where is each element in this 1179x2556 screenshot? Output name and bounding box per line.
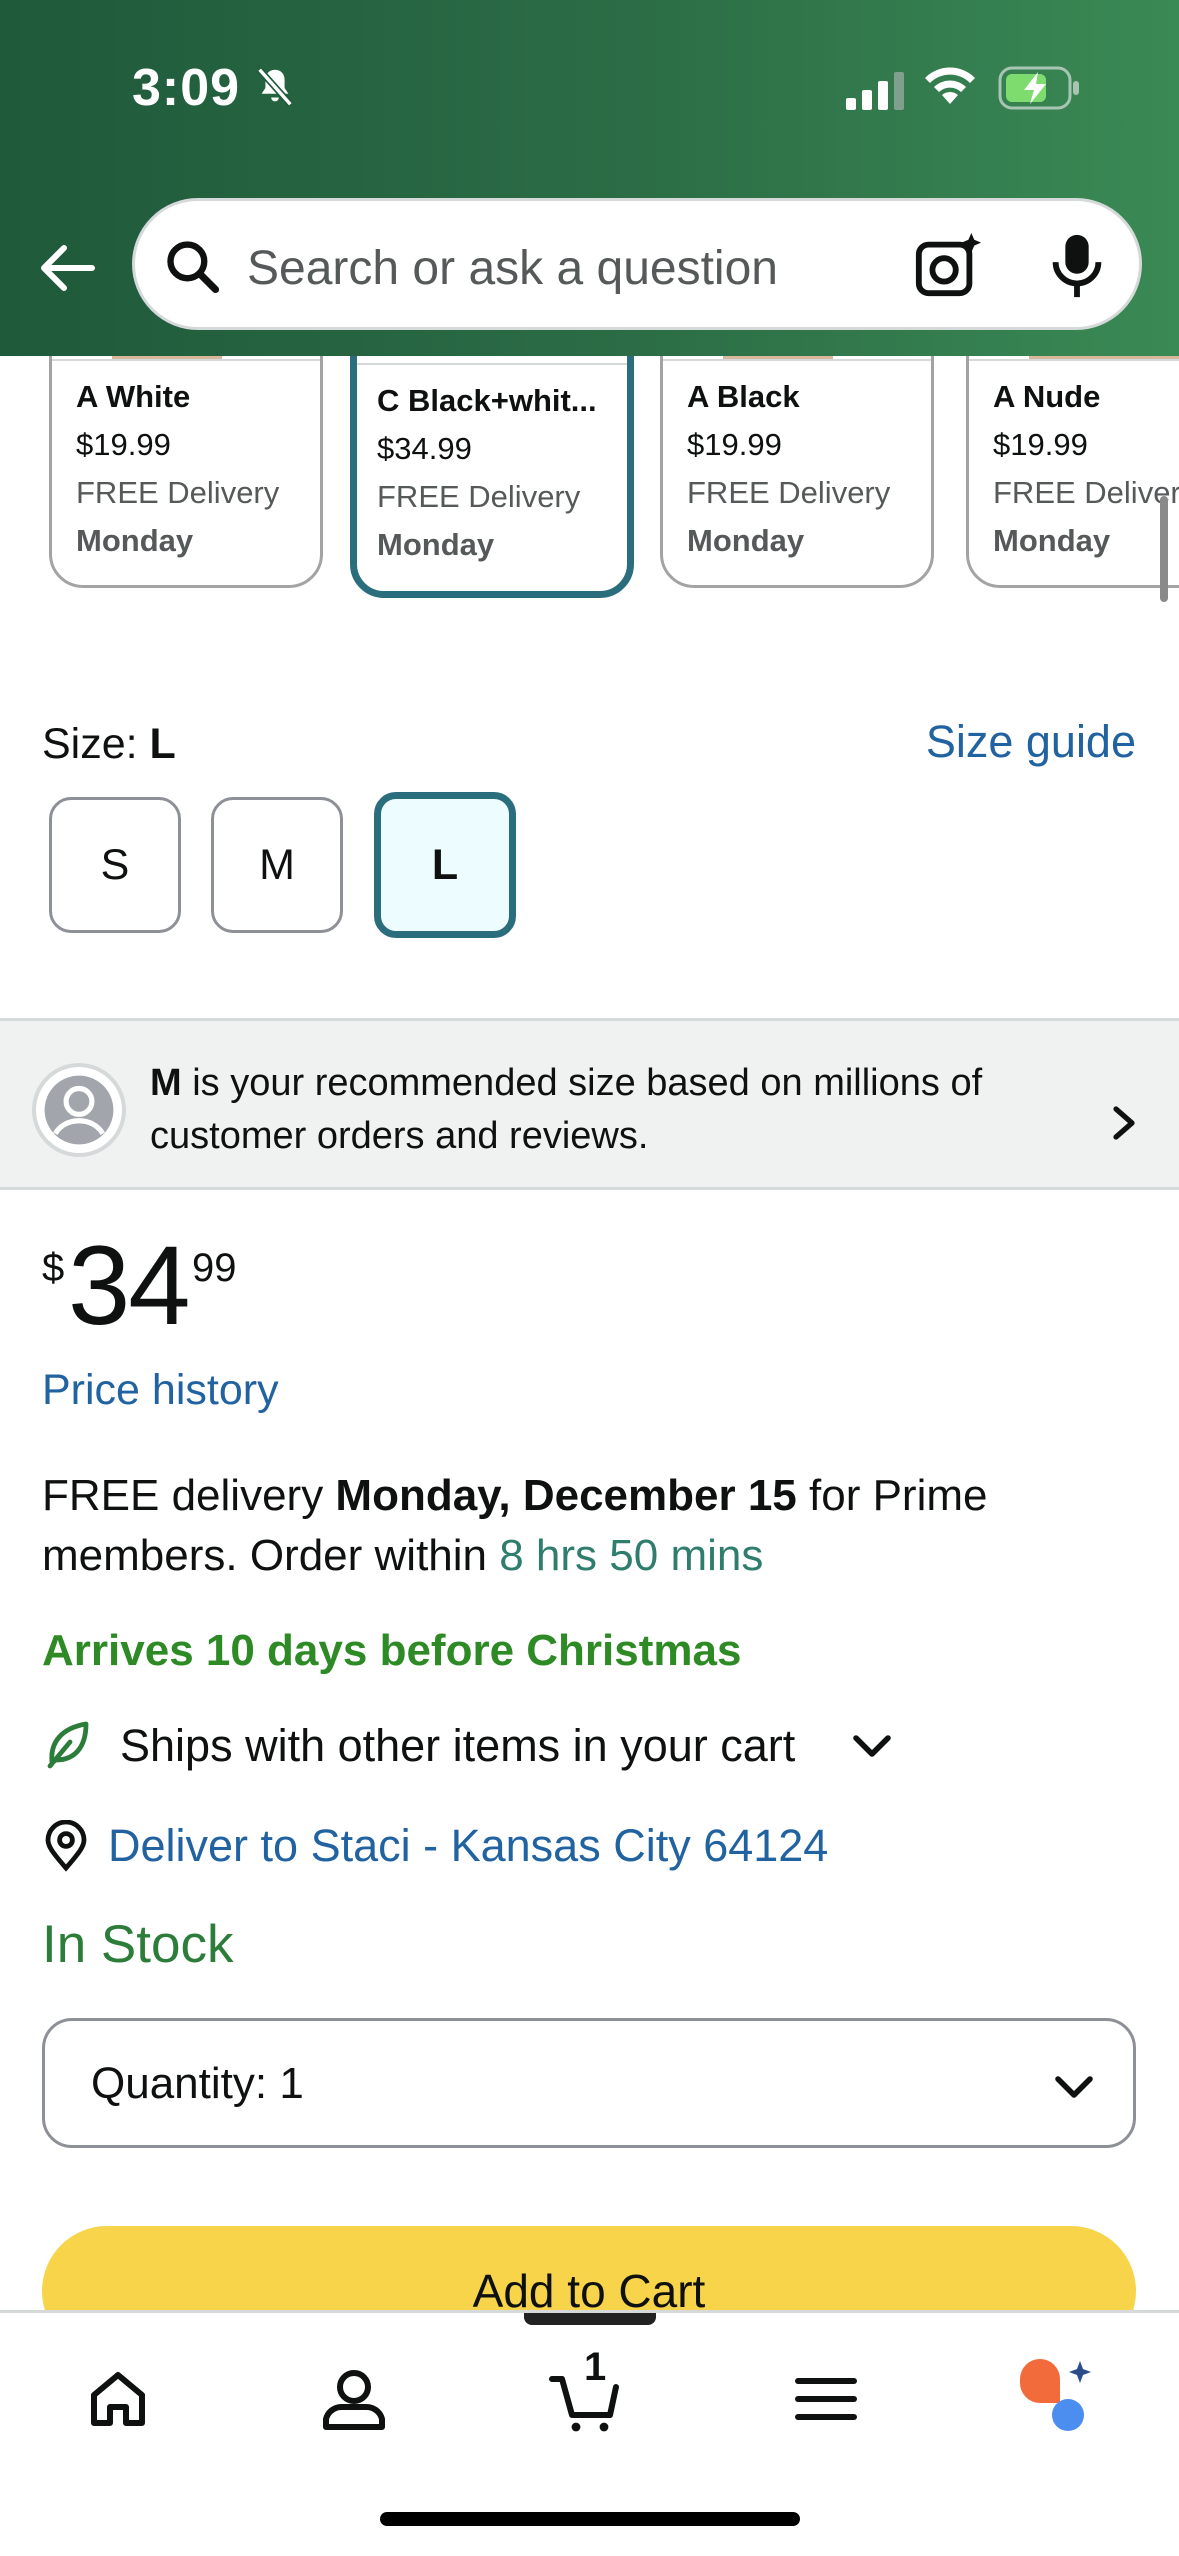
rufus-assistant-icon[interactable] <box>1016 2359 1096 2439</box>
camera-lens-icon[interactable] <box>913 231 983 301</box>
size-option-m[interactable]: M <box>211 797 343 933</box>
variant-thumbnail <box>969 356 1179 361</box>
quantity-label-text: Quantity: <box>91 2059 268 2108</box>
selected-size: L <box>149 720 176 768</box>
variant-delivery: FREE Delivery <box>993 475 1179 510</box>
variant-name: A Black <box>687 379 800 414</box>
variant-price: $19.99 <box>76 427 171 462</box>
variant-name: C Black+whit... <box>377 383 597 418</box>
cart-count: 1 <box>584 2345 607 2389</box>
variant-name: A Nude <box>993 379 1101 414</box>
variant-thumbnail <box>663 356 931 361</box>
variant-delivery: FREE Delivery <box>377 479 581 514</box>
variant-delivery-day: Monday <box>377 527 495 562</box>
color-variant-carousel[interactable]: A White $19.99 FREE Delivery Monday C Bl… <box>0 356 1179 626</box>
leaf-icon <box>47 1721 89 1769</box>
app-header: 3:09 Search or ask a question <box>0 0 1179 356</box>
delivery-info: FREE delivery Monday, December 15 for Pr… <box>42 1466 1142 1586</box>
variant-price: $34.99 <box>377 431 472 466</box>
home-icon[interactable] <box>78 2359 158 2439</box>
variant-card-a-white[interactable]: A White $19.99 FREE Delivery Monday <box>49 356 323 588</box>
price-currency: $ <box>42 1246 65 1290</box>
variant-card-a-nude[interactable]: A Nude $19.99 FREE Delivery Monday <box>966 356 1179 588</box>
nav-handle <box>524 2313 656 2325</box>
variant-delivery-day: Monday <box>993 523 1111 558</box>
variant-thumbnail <box>357 356 627 365</box>
variant-delivery: FREE Delivery <box>76 475 280 510</box>
scroll-indicator <box>1160 496 1168 602</box>
variant-price: $19.99 <box>993 427 1088 462</box>
cellular-signal-icon <box>846 72 904 110</box>
location-pin-icon <box>45 1820 87 1872</box>
home-indicator <box>380 2512 800 2526</box>
search-icon <box>167 241 220 294</box>
chevron-right-icon <box>1113 1106 1135 1140</box>
price-history-link[interactable]: Price history <box>42 1366 279 1415</box>
variant-thumbnail <box>52 356 320 361</box>
avatar-icon <box>32 1063 126 1157</box>
arrives-message: Arrives 10 days before Christmas <box>42 1626 742 1675</box>
size-label: Size: L <box>42 720 176 769</box>
silent-bell-icon <box>257 67 293 107</box>
search-bar[interactable]: Search or ask a question <box>132 198 1142 330</box>
battery-charging-icon <box>998 66 1079 110</box>
cart-nav[interactable]: 1 <box>546 2345 626 2439</box>
microphone-icon[interactable] <box>1047 231 1107 301</box>
variant-card-a-black[interactable]: A Black $19.99 FREE Delivery Monday <box>660 356 934 588</box>
recommendation-message: is your recommended size based on millio… <box>150 1062 983 1157</box>
delivery-prefix: FREE delivery <box>42 1471 336 1520</box>
account-icon[interactable] <box>314 2359 394 2439</box>
quantity-value: 1 <box>279 2059 304 2108</box>
wifi-icon <box>925 67 975 104</box>
ships-with-cart-text[interactable]: Ships with other items in your cart <box>120 1720 795 1772</box>
search-input[interactable]: Search or ask a question <box>247 241 778 296</box>
quantity-dropdown[interactable]: Quantity: 1 <box>42 2018 1136 2148</box>
menu-icon[interactable] <box>786 2359 866 2439</box>
variant-delivery-day: Monday <box>687 523 805 558</box>
size-option-l[interactable]: L <box>374 792 516 938</box>
size-recommendation-banner[interactable]: M is your recommended size based on mill… <box>0 1018 1179 1190</box>
chevron-down-icon <box>1055 2076 1093 2098</box>
size-guide-link[interactable]: Size guide <box>926 716 1136 768</box>
delivery-date: Monday, December 15 <box>335 1471 797 1520</box>
variant-delivery-day: Monday <box>76 523 194 558</box>
chevron-down-icon[interactable] <box>850 1726 894 1766</box>
price-whole: 34 <box>68 1223 191 1348</box>
variant-delivery: FREE Delivery <box>687 475 891 510</box>
order-countdown: 8 hrs 50 mins <box>499 1531 764 1580</box>
variant-card-c-black-white[interactable]: C Black+whit... $34.99 FREE Delivery Mon… <box>350 356 634 598</box>
recommendation-text: M is your recommended size based on mill… <box>150 1057 1050 1163</box>
status-time: 3:09 <box>132 59 241 117</box>
variant-price: $19.99 <box>687 427 782 462</box>
stock-status: In Stock <box>42 1915 234 1974</box>
size-label-prefix: Size: <box>42 720 150 768</box>
recommended-size: M <box>150 1062 182 1104</box>
price-fraction: 99 <box>192 1246 237 1290</box>
variant-name: A White <box>76 379 191 414</box>
deliver-to-link[interactable]: Deliver to Staci - Kansas City 64124 <box>108 1820 828 1872</box>
back-arrow-icon[interactable] <box>36 236 100 300</box>
size-option-s[interactable]: S <box>49 797 181 933</box>
quantity-label: Quantity: 1 <box>91 2059 304 2109</box>
